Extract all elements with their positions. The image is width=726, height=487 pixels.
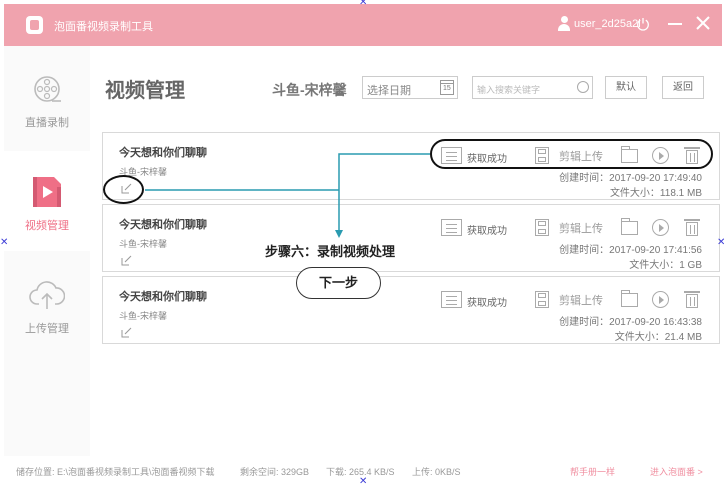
- trash-icon[interactable]: [684, 219, 700, 237]
- calendar-icon[interactable]: 15: [440, 80, 454, 95]
- handle-marker-icon: ✕: [359, 0, 368, 8]
- folder-icon[interactable]: [621, 290, 638, 307]
- page-title: 视频管理: [105, 80, 185, 102]
- created-time: 创建时间：2017-09-20 16:43:38: [559, 317, 702, 328]
- help-link[interactable]: 帮手册一样: [570, 465, 615, 478]
- video-row: 今天想和你们聊聊 斗鱼-宋梓馨 获取成功 剪辑上传 创建时间：2017-09-2…: [102, 204, 720, 272]
- free-space: 剩余空间: 329GB: [240, 467, 310, 477]
- sidebar-item-label: 视频管理: [25, 220, 69, 232]
- video-streamer: 斗鱼-宋梓馨: [119, 239, 167, 249]
- search-placeholder: 输入搜索关键字: [477, 85, 541, 95]
- date-picker-input[interactable]: 选择日期 15: [362, 76, 458, 99]
- created-time: 创建时间：2017-09-20 17:41:56: [559, 245, 702, 256]
- play-icon[interactable]: [652, 291, 669, 308]
- upload-speed: 上传: 0KB/S: [412, 467, 461, 477]
- cloud-upload-icon: [29, 281, 65, 309]
- handle-marker-icon: ✕: [0, 237, 9, 248]
- edit-upload-button[interactable]: 剪辑上传: [559, 220, 603, 236]
- video-title: 今天想和你们聊聊: [119, 219, 207, 231]
- user-icon[interactable]: [558, 16, 570, 32]
- play-icon[interactable]: [652, 219, 669, 236]
- fetch-status: 获取成功: [467, 226, 507, 237]
- film-icon[interactable]: [535, 219, 549, 236]
- sidebar-item-upload-manage[interactable]: 上传管理: [4, 256, 90, 356]
- film-icon[interactable]: [535, 291, 549, 308]
- back-button[interactable]: 返回: [662, 76, 704, 99]
- power-icon[interactable]: [636, 17, 650, 31]
- folder-icon[interactable]: [621, 218, 638, 235]
- sidebar-item-live-record[interactable]: 直播录制: [4, 46, 90, 146]
- minimize-icon[interactable]: [668, 23, 682, 25]
- search-input[interactable]: 输入搜索关键字: [472, 76, 593, 99]
- video-streamer: 斗鱼-宋梓馨: [119, 311, 167, 321]
- streamer-name: 斗鱼-宋梓馨: [272, 82, 347, 98]
- video-file-icon: [33, 177, 61, 207]
- document-icon: [441, 219, 462, 236]
- sidebar-item-label: 直播录制: [25, 117, 69, 129]
- enter-site-link[interactable]: 进入泡面番 >: [650, 465, 703, 478]
- created-time: 创建时间：2017-09-20 17:49:40: [559, 173, 702, 184]
- video-row: 今天想和你们聊聊 斗鱼-宋梓馨 获取成功 剪辑上传 创建时间：2017-09-2…: [102, 276, 720, 344]
- file-size: 文件大小：118.1 MB: [609, 188, 702, 199]
- sidebar-item-label: 上传管理: [25, 323, 69, 335]
- film-reel-icon: [34, 76, 61, 102]
- trash-icon[interactable]: [684, 291, 700, 309]
- sidebar-item-video-manage[interactable]: 视频管理: [4, 151, 90, 251]
- edit-upload-button[interactable]: 剪辑上传: [559, 292, 603, 308]
- username[interactable]: user_2d25a2l: [574, 18, 641, 30]
- date-placeholder: 选择日期: [367, 85, 411, 97]
- sidebar: 直播录制 视频管理 上传管理: [4, 46, 90, 456]
- document-icon: [441, 291, 462, 308]
- actions-highlight: [430, 139, 713, 169]
- edit-icon[interactable]: [121, 255, 132, 266]
- save-path: 储存位置: E:\泡面番视频录制工具\泡面番视频下载: [16, 467, 215, 477]
- fetch-status: 获取成功: [467, 298, 507, 309]
- file-size: 文件大小：1 GB: [629, 260, 702, 271]
- title-bar: 泡面番视频录制工具 user_2d25a2l: [4, 4, 722, 46]
- video-title: 今天想和你们聊聊: [119, 147, 207, 159]
- handle-marker-icon: ✕: [717, 237, 726, 248]
- file-size: 文件大小：21.4 MB: [614, 332, 702, 343]
- close-icon[interactable]: [695, 15, 711, 31]
- app-title: 泡面番视频录制工具: [54, 21, 153, 33]
- default-button[interactable]: 默认: [605, 76, 647, 99]
- video-title: 今天想和你们聊聊: [119, 291, 207, 303]
- app-logo-icon: [26, 16, 43, 34]
- step-caption: 步骤六：录制视频处理: [265, 244, 396, 259]
- next-step-button[interactable]: 下一步: [296, 267, 381, 299]
- search-icon[interactable]: [577, 81, 589, 93]
- handle-marker-icon: ✕: [359, 476, 368, 487]
- edit-icon[interactable]: [121, 327, 132, 338]
- edit-highlight: [103, 175, 144, 204]
